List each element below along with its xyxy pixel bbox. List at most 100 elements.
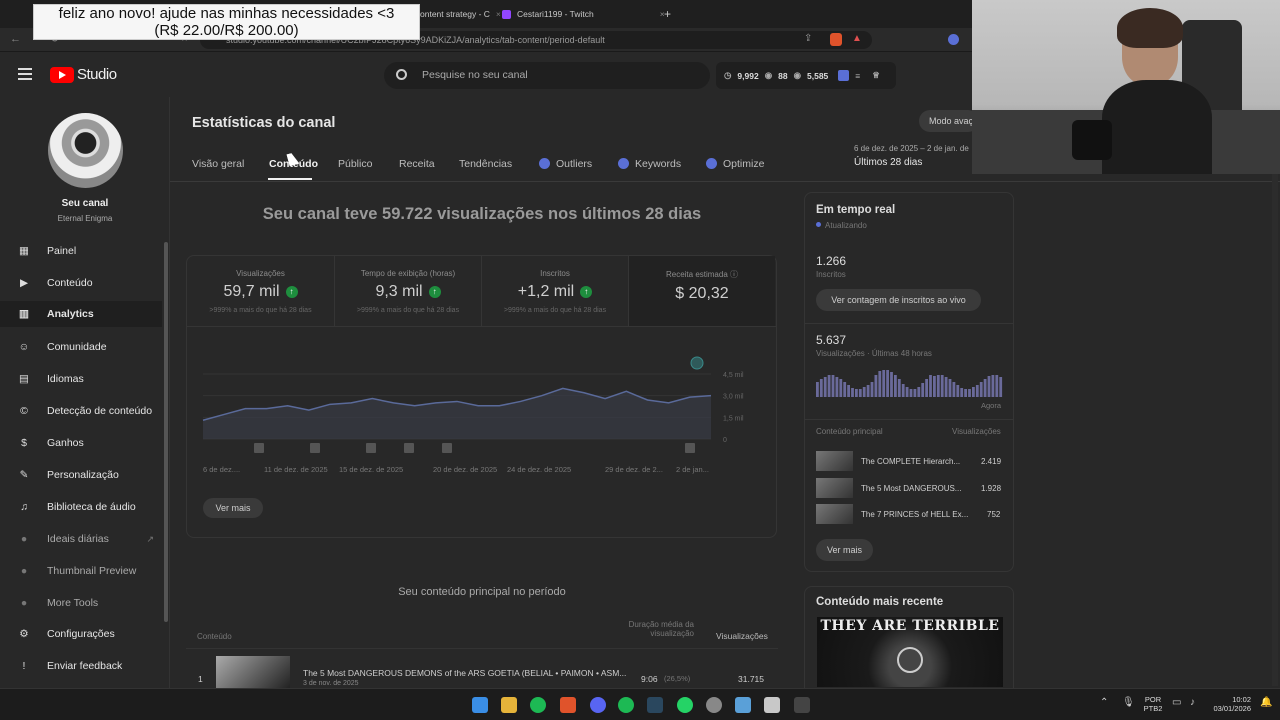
sidebar-item-painel[interactable]: ▦ Painel <box>0 238 162 264</box>
tab-publico[interactable]: Público <box>338 158 372 170</box>
spotify-icon[interactable] <box>618 697 634 713</box>
recent-video-thumbnail[interactable]: THEY ARE TERRIBLE <box>817 617 1003 687</box>
sidebar-item-feedback[interactable]: ! Enviar feedback <box>0 653 162 679</box>
metric-revenue[interactable]: Receita estimada ⓘ $ 20,32 <box>628 256 775 326</box>
microphone-icon[interactable]: 🎙 <box>1122 697 1135 708</box>
video-marker-icon[interactable] <box>404 443 414 453</box>
realtime-bar <box>866 385 870 397</box>
sidebar-item-comunidade[interactable]: ☺ Comunidade <box>0 334 162 360</box>
stat-value: 9,992 <box>737 70 759 81</box>
extension-stats[interactable]: ◷ 9,992 ◉ 88 ◉ 5,585 ≡ ♕ <box>716 62 896 89</box>
share-icon[interactable]: ⇪ <box>804 33 812 44</box>
video-marker-icon[interactable] <box>442 443 452 453</box>
realtime-top-item[interactable]: The 5 Most DANGEROUS... 1.928 <box>816 478 1006 500</box>
live-dot-icon <box>816 222 821 227</box>
sidebar-item-ideais[interactable]: ● Ideais diárias ↗ <box>0 526 162 552</box>
realtime-top-item[interactable]: The 7 PRINCES of HELL Ex... 752 <box>816 504 1006 526</box>
spotify-icon[interactable] <box>530 697 546 713</box>
feedback-icon: ! <box>22 660 26 672</box>
tab-tendencias[interactable]: Tendências <box>459 158 512 170</box>
app-icon[interactable] <box>794 697 810 713</box>
whatsapp-icon[interactable] <box>677 697 693 713</box>
sidebar-item-deteccao[interactable]: © Detecção de conteúdo <box>0 398 162 424</box>
brave-shield-icon[interactable] <box>830 33 842 46</box>
metric-value: +1,2 mil <box>517 283 575 300</box>
realtime-bar <box>851 388 854 397</box>
steam-icon[interactable] <box>647 697 663 713</box>
y-tick-label: 4,5 mil <box>723 372 744 379</box>
video-marker-icon[interactable] <box>366 443 376 453</box>
sidebar-item-idiomas[interactable]: ▤ Idiomas <box>0 366 162 392</box>
sidebar-item-personalizacao[interactable]: ✎ Personalização <box>0 462 162 488</box>
search-input[interactable]: Pesquise no seu canal <box>384 62 710 89</box>
realtime-bar <box>890 372 893 397</box>
chevron-up-icon[interactable]: ⌃ <box>1100 697 1108 708</box>
live-subs-button[interactable]: Ver contagem de inscritos ao vivo <box>816 289 981 311</box>
realtime-bar <box>843 382 847 397</box>
sidebar-item-label: Configurações <box>47 628 115 640</box>
menu-icon[interactable] <box>18 68 32 80</box>
extension-icon[interactable] <box>948 34 959 45</box>
donation-text: feliz ano novo! ajude nas minhas necessi… <box>58 5 395 22</box>
language-indicator[interactable]: POR PTB2 <box>1140 695 1166 713</box>
realtime-see-more-button[interactable]: Ver mais <box>816 539 873 561</box>
sidebar-item-ganhos[interactable]: $ Ganhos <box>0 430 162 456</box>
sidebar-scrollbar[interactable] <box>164 242 168 622</box>
file-explorer-icon[interactable] <box>501 697 517 713</box>
tab-receita[interactable]: Receita <box>399 158 435 170</box>
video-marker-icon[interactable] <box>254 443 264 453</box>
video-marker-icon[interactable] <box>310 443 320 453</box>
metric-views[interactable]: Visualizações 59,7 mil ↑ >999% a mais do … <box>187 256 334 326</box>
sidebar-item-thumbnail-preview[interactable]: ● Thumbnail Preview <box>0 558 162 584</box>
tab-optimize[interactable]: Optimize <box>706 158 764 170</box>
new-tab-button[interactable]: + <box>664 4 671 24</box>
metric-subscribers[interactable]: Inscritos +1,2 mil ↑ >999% a mais do que … <box>481 256 628 326</box>
volume-icon[interactable]: ♪ <box>1190 697 1195 708</box>
tab-visao-geral[interactable]: Visão geral <box>192 158 244 170</box>
views-chart[interactable]: 4,5 mil 3,0 mil 1,5 mil 0 6 de dez.... 11 de … <box>187 344 776 484</box>
item-views: 1.928 <box>981 484 1002 493</box>
video-thumbnail[interactable] <box>216 656 290 688</box>
period-selector[interactable]: Últimos 28 dias <box>854 157 922 168</box>
advanced-mode-button[interactable]: Modo avaç <box>919 110 979 132</box>
clock[interactable]: 10:02 03/01/2026 <box>1205 695 1251 713</box>
table-row[interactable]: 1 The 5 Most DANGEROUS DEMONS of the ARS… <box>186 652 778 688</box>
row-title[interactable]: The 5 Most DANGEROUS DEMONS of the ARS G… <box>303 668 626 678</box>
network-icon[interactable]: ▭ <box>1172 697 1181 708</box>
page-scrollbar[interactable] <box>1272 174 1278 686</box>
metric-watchtime[interactable]: Tempo de exibição (horas) 9,3 mil ↑ >999%… <box>334 256 481 326</box>
windows-start-icon[interactable] <box>472 697 488 713</box>
sidebar-item-more-tools[interactable]: ● More Tools <box>0 590 162 616</box>
obs-icon[interactable] <box>706 697 722 713</box>
notepad-icon[interactable] <box>735 697 751 713</box>
realtime-bar <box>816 382 819 397</box>
document-icon[interactable] <box>764 697 780 713</box>
sidebar-item-conteudo[interactable]: ▶ Conteúdo <box>0 270 162 296</box>
sidebar-item-analytics[interactable]: ▥ Analytics <box>0 301 162 327</box>
sidebar-item-audio[interactable]: ♫ Biblioteca de áudio <box>0 494 162 520</box>
divider <box>805 323 1013 324</box>
studio-logo[interactable]: Studio <box>50 66 117 83</box>
back-icon[interactable]: ← <box>10 33 21 45</box>
tab-label: Keywords <box>635 158 682 170</box>
realtime-bar <box>819 379 823 397</box>
browser-tab-twitch[interactable]: Cestari1199 - Twitch × <box>502 4 665 24</box>
realtime-bars-chart[interactable] <box>816 365 1003 397</box>
realtime-bar <box>995 375 999 397</box>
see-more-button[interactable]: Ver mais <box>203 498 263 518</box>
chart-realtime-marker[interactable] <box>690 356 704 370</box>
divider <box>186 648 778 649</box>
tab-keywords[interactable]: Keywords <box>618 158 681 170</box>
item-title: The 7 PRINCES of HELL Ex... <box>861 510 969 519</box>
rewards-icon[interactable]: ▲ <box>852 33 862 44</box>
video-marker-icon[interactable] <box>685 443 695 453</box>
brave-icon[interactable] <box>560 697 576 713</box>
browser-tab[interactable]: ontent strategy - C × <box>420 4 501 24</box>
extension-icon <box>539 158 550 169</box>
notification-icon[interactable]: 🔔 <box>1260 697 1272 708</box>
realtime-top-item[interactable]: The COMPLETE Hierarch... 2.419 <box>816 451 1006 473</box>
discord-icon[interactable] <box>590 697 606 713</box>
extension-icon: ● <box>20 565 28 577</box>
tab-outliers[interactable]: Outliers <box>539 158 592 170</box>
sidebar-item-configuracoes[interactable]: ⚙ Configurações <box>0 621 162 647</box>
